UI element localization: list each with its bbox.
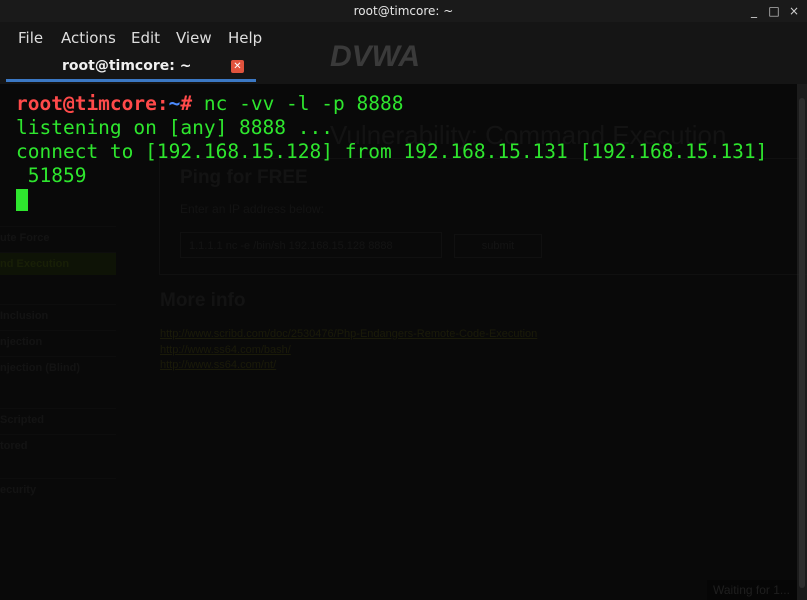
prompt-path: ~ — [168, 92, 181, 115]
terminal-scrollbar[interactable] — [797, 84, 807, 600]
close-icon[interactable]: × — [784, 0, 804, 22]
prompt-user: root@timcore — [16, 92, 157, 115]
terminal-window: DVWA Vulnerability: Command Execution Pi… — [0, 0, 807, 600]
menu-file[interactable]: File — [18, 24, 43, 52]
window-title: root@timcore: ~ — [353, 4, 454, 18]
terminal-output: root@timcore:~# nc -vv -l -p 8888 listen… — [16, 92, 767, 212]
title-bar[interactable]: root@timcore: ~ _ □ × — [0, 0, 807, 22]
maximize-icon[interactable]: □ — [764, 0, 784, 22]
scrollbar-thumb[interactable] — [799, 98, 805, 588]
menu-view[interactable]: View — [176, 24, 212, 52]
prompt-separator: : — [156, 92, 169, 115]
terminal-cursor — [16, 189, 28, 211]
prompt-hash: # — [180, 92, 204, 115]
output-line: 51859 — [16, 164, 87, 187]
tab-bar: root@timcore: ~ ✕ — [0, 54, 807, 82]
menu-actions[interactable]: Actions — [61, 24, 116, 52]
terminal-tab[interactable]: root@timcore: ~ ✕ — [6, 54, 256, 82]
menu-edit[interactable]: Edit — [131, 24, 160, 52]
output-line: connect to [192.168.15.128] from 192.168… — [16, 140, 768, 163]
tab-label: root@timcore: ~ — [62, 58, 192, 74]
command-text: nc -vv -l -p 8888 — [203, 92, 404, 115]
tab-close-icon[interactable]: ✕ — [231, 60, 244, 73]
menu-help[interactable]: Help — [228, 24, 262, 52]
output-line: listening on [any] 8888 ... — [16, 116, 333, 139]
menu-bar: File Actions Edit View Help — [0, 24, 807, 52]
minimize-icon[interactable]: _ — [744, 0, 764, 22]
